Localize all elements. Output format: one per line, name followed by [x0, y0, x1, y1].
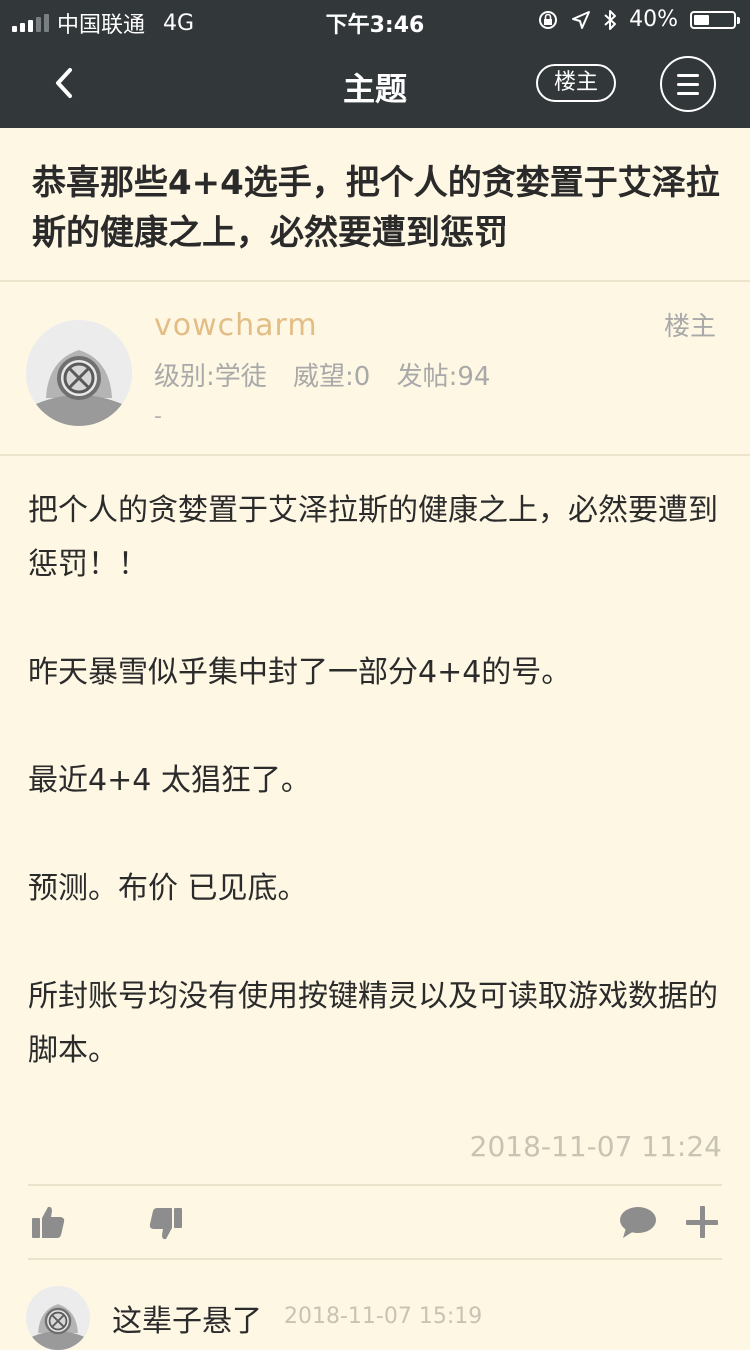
post-title: 恭喜那些4+4选手，把个人的贪婪置于艾泽拉斯的健康之上，必然要遭到惩罚 — [32, 163, 720, 253]
author-avatar[interactable] — [26, 320, 132, 426]
author-signature: - — [154, 404, 162, 429]
floor-label: 楼主 — [663, 312, 716, 342]
rotation-lock-icon — [539, 10, 558, 29]
divider — [28, 1184, 722, 1186]
bluetooth-icon — [604, 9, 617, 30]
reply-text: 这辈子悬了 — [112, 1304, 262, 1339]
battery-icon — [690, 10, 740, 29]
content-paragraph: 把个人的贪婪置于艾泽拉斯的健康之上，必然要遭到惩罚！！ — [28, 493, 718, 582]
author-level: 级别:学徒 — [154, 362, 267, 392]
divider — [0, 280, 750, 282]
thumbs-up-icon — [32, 1206, 65, 1238]
author-meta: 级别:学徒 威望:0 发帖:94 — [154, 356, 508, 393]
content-paragraph: 预测。布价 已见底。 — [28, 871, 308, 906]
divider — [28, 1258, 722, 1260]
diving-helmet-icon — [26, 1286, 90, 1350]
dislike-button[interactable] — [148, 1206, 184, 1246]
comment-icon — [620, 1207, 656, 1238]
status-bar: 中国联通 4G 下午3:46 40% — [0, 0, 750, 40]
like-button[interactable] — [30, 1204, 66, 1244]
post-time: 2018-11-07 11:24 — [469, 1130, 722, 1163]
author-name[interactable]: vowcharm — [154, 308, 318, 343]
menu-icon — [677, 74, 699, 77]
thumbs-down-icon — [149, 1208, 182, 1240]
author-prestige: 威望:0 — [293, 362, 371, 392]
plus-icon — [686, 1206, 718, 1238]
content-paragraph: 昨天暴雪似乎集中封了一部分4+4的号。 — [28, 655, 572, 690]
content-paragraph: 最近4+4 太猖狂了。 — [28, 763, 311, 798]
reply-time: 2018-11-07 15:19 — [284, 1304, 483, 1329]
post-content: 把个人的贪婪置于艾泽拉斯的健康之上，必然要遭到惩罚！！ 昨天暴雪似乎集中封了一部… — [28, 484, 718, 1132]
location-icon — [572, 10, 591, 29]
battery-percent: 40% — [629, 7, 678, 32]
page-title: 主题 — [342, 70, 407, 108]
divider — [0, 454, 750, 456]
diving-helmet-icon — [26, 320, 132, 426]
more-button[interactable] — [684, 1204, 720, 1244]
nav-bar: 主题 楼主 — [0, 40, 750, 128]
op-only-button[interactable]: 楼主 — [536, 64, 616, 102]
menu-button[interactable] — [660, 56, 716, 112]
author-posts: 发帖:94 — [396, 362, 491, 392]
comment-button[interactable] — [618, 1204, 658, 1244]
content-paragraph: 所封账号均没有使用按键精灵以及可读取游戏数据的脚本。 — [28, 979, 718, 1068]
reply-avatar[interactable] — [26, 1286, 90, 1350]
